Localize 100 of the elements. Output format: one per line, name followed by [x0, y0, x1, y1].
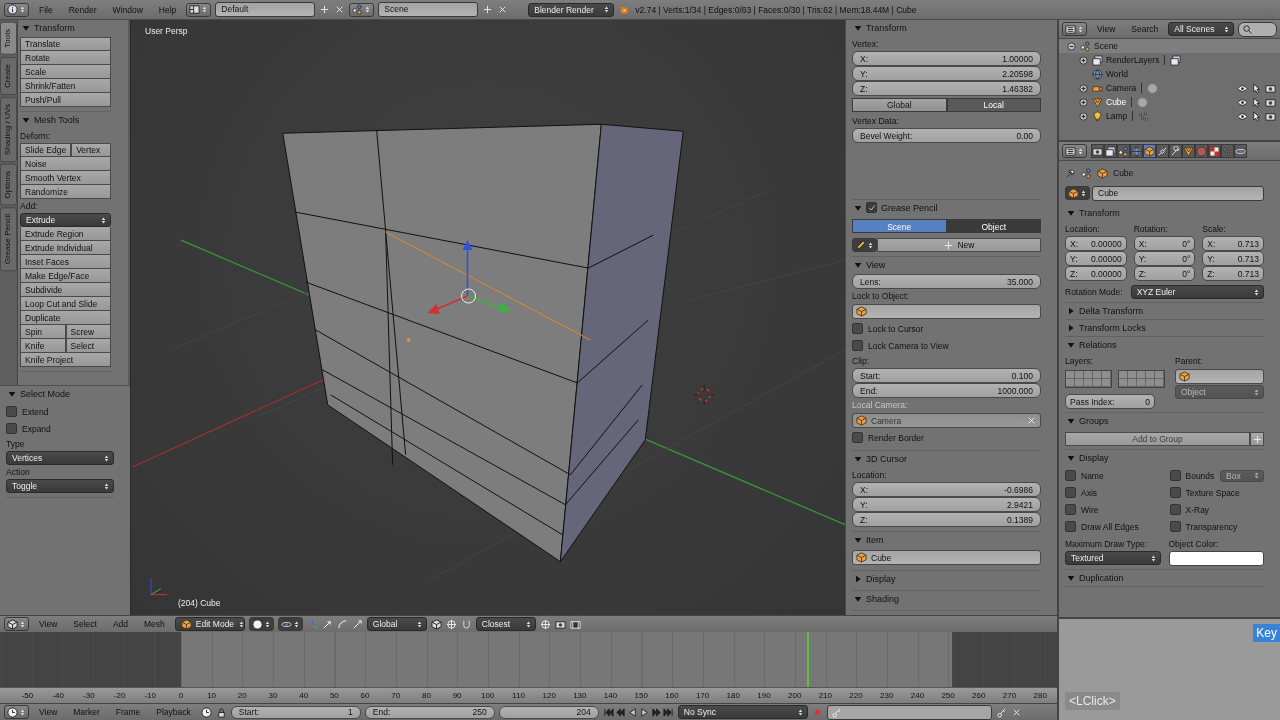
tool-button[interactable]: Slide Edge — [20, 143, 72, 157]
checkbox[interactable] — [852, 323, 863, 334]
property-tab[interactable] — [1117, 144, 1130, 158]
panel-toggle[interactable] — [1067, 208, 1075, 217]
toggle-button[interactable]: Global — [852, 98, 947, 112]
menu-item[interactable]: Mesh — [138, 619, 171, 629]
checkbox-label[interactable]: Name — [1081, 470, 1104, 481]
play-icon[interactable] — [638, 706, 650, 718]
start-frame-field[interactable]: Start: 1 — [230, 705, 361, 719]
film-icon[interactable] — [569, 618, 581, 630]
tool-tab[interactable]: Tools — [0, 22, 17, 55]
panel-title[interactable]: 3D Cursor — [866, 453, 907, 464]
tool-button[interactable]: Inset Faces — [20, 255, 111, 269]
panel-toggle[interactable] — [1067, 323, 1075, 332]
panel-title[interactable]: Transform Locks — [1079, 322, 1146, 333]
camera-icon[interactable] — [1265, 110, 1276, 122]
eye-icon[interactable] — [1237, 82, 1248, 94]
outliner-item[interactable]: Scene — [1094, 41, 1119, 51]
camera-icon[interactable] — [1265, 96, 1276, 108]
new-button[interactable]: New — [877, 238, 1041, 252]
number-field[interactable]: Y: 0.00000 — [1065, 251, 1127, 266]
property-tab[interactable] — [1143, 144, 1156, 158]
panel-toggle[interactable] — [854, 454, 862, 463]
tool-button[interactable]: Subdivide — [20, 283, 111, 297]
number-field[interactable]: Start: 0.100 — [852, 368, 1041, 383]
number-field[interactable]: X: 1.00000 — [852, 51, 1041, 66]
checkbox-label[interactable]: Lock to Cursor — [868, 323, 924, 334]
number-field[interactable]: Y: 2.20598 — [852, 66, 1041, 81]
number-field[interactable]: Y: 0° — [1133, 251, 1196, 266]
plus-circle-icon[interactable] — [1078, 96, 1089, 108]
menu-item[interactable]: Add — [106, 619, 135, 629]
magnet-icon[interactable] — [460, 618, 472, 630]
tool-button[interactable]: Select — [65, 339, 111, 353]
dropdown[interactable]: Extrude — [20, 213, 111, 227]
frame-ruler[interactable]: -50 -40 -30 -20 -10 0 10 20 30 40 50 60 70 80 90 100 110 120 130 140 150 160 170 180 190 200 210 220 230 240 250 260 270 280 — [0, 687, 1057, 703]
add-to-group-button[interactable]: Add to Group — [1065, 432, 1250, 446]
camera-icon[interactable] — [1265, 82, 1276, 94]
pin-icon[interactable] — [1065, 167, 1076, 179]
number-field[interactable]: Z: 0.713 — [1202, 266, 1264, 281]
panel-title[interactable]: Relations — [1079, 339, 1117, 350]
tool-tab[interactable]: Grease Pencil — [0, 207, 17, 272]
add-button[interactable] — [1250, 432, 1264, 446]
panel-toggle[interactable] — [1067, 306, 1075, 315]
checkbox-label[interactable]: Draw All Edges — [1081, 521, 1139, 532]
layer-grid[interactable] — [1065, 370, 1112, 388]
checkbox-label[interactable]: X-Ray — [1185, 504, 1210, 515]
property-tab[interactable] — [1169, 144, 1182, 158]
toggle-button[interactable]: Object — [946, 219, 1041, 233]
number-field[interactable]: Bevel Weight: 0.00 — [852, 128, 1041, 143]
tool-button[interactable]: Extrude Region — [20, 227, 111, 241]
panel-title[interactable]: Select Mode — [20, 388, 71, 399]
outliner-item[interactable]: RenderLayers — [1106, 55, 1160, 65]
checkbox[interactable] — [1169, 521, 1181, 532]
panel-toggle[interactable] — [854, 594, 862, 603]
parent-type-dropdown[interactable]: Object — [1175, 385, 1264, 399]
tool-button[interactable]: Duplicate — [20, 311, 111, 325]
arrow-icon[interactable] — [321, 618, 333, 630]
tool-button[interactable]: Randomize — [20, 185, 111, 199]
plus-circle-icon[interactable] — [1078, 82, 1089, 94]
outliner-item[interactable]: World — [1106, 69, 1129, 79]
number-field[interactable]: Lens: 35.000 — [852, 274, 1041, 289]
editor-type-button[interactable] — [4, 617, 29, 631]
pencil-browse-button[interactable] — [852, 238, 877, 252]
checkbox-label[interactable]: Axis — [1081, 487, 1098, 498]
menu-item[interactable]: Window — [106, 4, 149, 15]
checkbox[interactable] — [1169, 470, 1181, 481]
editor-type-button[interactable] — [4, 2, 29, 17]
property-tab[interactable] — [1104, 144, 1117, 158]
panel-toggle[interactable] — [854, 260, 862, 269]
scene-browse-button[interactable] — [349, 2, 375, 17]
checkbox[interactable] — [1169, 487, 1181, 498]
tool-button[interactable]: Rotate — [20, 51, 111, 65]
menu-item[interactable]: File — [33, 4, 59, 15]
scale-icon[interactable] — [351, 618, 363, 630]
menu-item[interactable]: Frame — [109, 707, 147, 717]
plus-icon[interactable] — [319, 4, 331, 15]
bounds-type-dropdown[interactable]: Box — [1220, 469, 1264, 482]
pointer-icon[interactable] — [1251, 82, 1262, 94]
number-field[interactable]: X: -0.6986 — [852, 482, 1041, 497]
layout-name-field[interactable]: Default — [215, 2, 316, 17]
shading-button[interactable] — [277, 617, 303, 631]
panel-toggle[interactable] — [1067, 453, 1075, 462]
panel-title[interactable]: Transform — [866, 22, 907, 33]
object-field[interactable]: Cube — [852, 550, 1041, 565]
menu-item[interactable]: Search — [1125, 24, 1165, 34]
play-reverse-icon[interactable] — [626, 706, 638, 718]
plus-icon[interactable] — [482, 4, 494, 15]
property-tab[interactable] — [1208, 144, 1221, 158]
tool-button[interactable]: Noise — [20, 157, 111, 171]
tool-button[interactable]: Make Edge/Face — [20, 269, 111, 283]
panel-title[interactable]: Item — [866, 534, 884, 545]
eye-icon[interactable] — [1237, 110, 1248, 122]
layout-browse-button[interactable] — [186, 2, 212, 17]
tool-tab[interactable]: Options — [0, 163, 17, 206]
checkbox-label[interactable]: Lock Camera to View — [868, 340, 949, 351]
mode-dropdown[interactable]: Edit Mode — [174, 617, 245, 631]
checkbox-label[interactable]: Transparency — [1185, 521, 1238, 532]
number-field[interactable]: Z: 0.00000 — [1065, 266, 1127, 281]
number-field[interactable]: Y: 0.713 — [1202, 251, 1264, 266]
checkbox[interactable] — [852, 432, 863, 443]
